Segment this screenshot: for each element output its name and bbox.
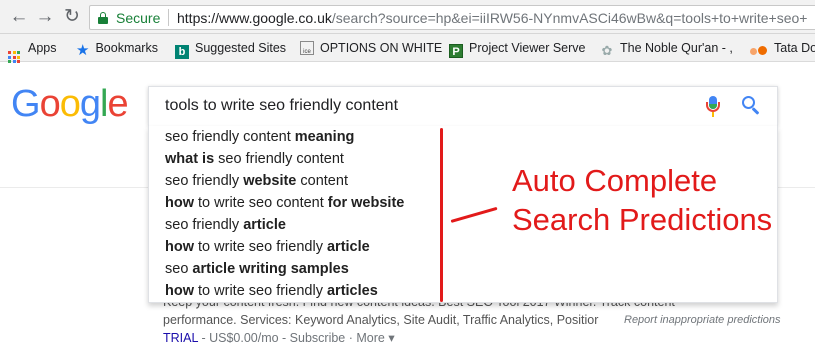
- suggestion-item[interactable]: how to write seo friendly articles: [165, 283, 378, 299]
- url-text[interactable]: https://www.google.co.uk/search?source=h…: [177, 10, 807, 26]
- address-bar: ← → ↻ Secure https://www.google.co.uk/se…: [0, 0, 815, 34]
- suggestion-item[interactable]: seo friendly article: [165, 217, 286, 233]
- suggestion-text: seo friendly content: [214, 151, 344, 167]
- bookmark-noble-quran[interactable]: ✿ The Noble Qur'an - ,: [600, 40, 733, 58]
- bookmark-options-on-white[interactable]: ice OPTIONS ON WHITE: [300, 40, 442, 56]
- logo-letter-g2: g: [79, 83, 101, 125]
- reload-icon[interactable]: ↻: [61, 6, 83, 28]
- forward-arrow-icon[interactable]: →: [34, 6, 56, 28]
- suggestion-text: seo friendly: [165, 217, 244, 233]
- suggestion-bold-text: article: [326, 239, 370, 255]
- bookmark-label: Bookmarks: [95, 41, 158, 55]
- secure-label: Secure: [116, 10, 161, 26]
- annotation-title-line-2: Search Predictions: [512, 202, 773, 237]
- logo-letter-g: G: [11, 83, 41, 125]
- bing-icon: b: [175, 45, 189, 59]
- options-icon: ice: [300, 41, 314, 55]
- suggestion-text: seo: [165, 261, 193, 277]
- bookmark-bookmarks[interactable]: ★ Bookmarks: [76, 40, 158, 59]
- omnibox[interactable]: Secure https://www.google.co.uk/search?s…: [89, 5, 815, 30]
- bookmark-tata[interactable]: Tata Do: [750, 40, 815, 56]
- bookmarks-bar: Apps ★ Bookmarks b Suggested Sites ice OPTI…: [0, 34, 815, 63]
- omnibox-divider: [168, 9, 169, 26]
- suggestion-bold-text: article: [243, 217, 286, 233]
- suggestion-bold-text: how: [165, 195, 194, 211]
- suggestion-bold-text: article writing samples: [192, 261, 349, 277]
- suggestion-text: to write seo friendly: [194, 283, 327, 299]
- search-box[interactable]: tools to write seo friendly content: [148, 86, 778, 126]
- suggestion-text: to write seo friendly: [194, 239, 327, 255]
- search-icon[interactable]: [741, 95, 763, 117]
- url-host: https://www.google.co.uk: [177, 10, 332, 26]
- quran-icon: ✿: [601, 43, 613, 58]
- lock-icon: [98, 12, 108, 24]
- report-predictions-link[interactable]: Report inappropriate predictions: [624, 314, 781, 326]
- suggestion-item[interactable]: how to write seo friendly article: [165, 239, 370, 255]
- suggestion-item[interactable]: seo friendly website content: [165, 173, 348, 189]
- bookmark-label: Tata Do: [774, 41, 815, 55]
- suggestion-bold-text: what is: [165, 151, 215, 167]
- back-arrow-icon[interactable]: ←: [8, 6, 30, 28]
- suggestion-text: content: [296, 173, 348, 189]
- suggestion-bold-text: how: [165, 239, 194, 255]
- result-price: - US$0.00/mo - Subscribe · More ▾: [197, 331, 395, 345]
- bookmark-apps[interactable]: Apps: [8, 40, 57, 63]
- suggestion-bold-text: how: [165, 283, 194, 299]
- suggestion-item[interactable]: how to write seo content for website: [165, 195, 404, 211]
- bookmark-label: The Noble Qur'an - ,: [620, 41, 733, 55]
- suggestion-item[interactable]: seo friendly content meaning: [165, 129, 354, 145]
- result-snippet-line-2: performance. Services: Keyword Analytics…: [163, 313, 599, 327]
- star-icon: ★: [76, 42, 90, 59]
- bookmark-project-viewer[interactable]: P Project Viewer Serve: [449, 40, 586, 58]
- bookmark-label: Project Viewer Serve: [469, 41, 586, 55]
- suggestion-text: seo friendly content: [165, 129, 295, 145]
- bookmark-label: Suggested Sites: [195, 41, 287, 55]
- suggestion-item[interactable]: seo article writing samples: [165, 261, 349, 277]
- apps-grid-icon: [8, 51, 20, 63]
- suggestion-bold-text: website: [243, 173, 297, 189]
- suggestion-text: seo friendly: [165, 173, 244, 189]
- bookmark-label: OPTIONS ON WHITE: [320, 41, 443, 55]
- annotation-bracket-line: [440, 128, 443, 302]
- suggestion-bold-text: for website: [327, 195, 405, 211]
- url-path: /search?source=hp&ei=iiIRW56-NYnmvASCi46…: [331, 10, 808, 26]
- logo-letter-o: o: [39, 83, 61, 125]
- annotation-title-line-1: Auto Complete: [512, 163, 718, 198]
- result-meta: TRIAL - US$0.00/mo - Subscribe · More ▾: [163, 330, 395, 345]
- bookmark-label: Apps: [28, 41, 57, 55]
- suggestion-text: to write seo content: [194, 195, 328, 211]
- trial-link[interactable]: TRIAL: [163, 331, 198, 345]
- tata-icon: [750, 43, 768, 57]
- google-logo[interactable]: Google: [11, 82, 129, 126]
- logo-letter-e: e: [107, 83, 128, 125]
- project-viewer-icon: P: [449, 44, 463, 58]
- suggestion-item[interactable]: what is seo friendly content: [165, 151, 344, 167]
- logo-letter-o2: o: [59, 83, 81, 125]
- suggestion-bold-text: articles: [326, 283, 378, 299]
- suggestion-bold-text: meaning: [294, 129, 355, 145]
- microphone-icon[interactable]: [705, 96, 721, 118]
- bookmark-suggested-sites[interactable]: b Suggested Sites: [175, 40, 287, 59]
- search-input[interactable]: tools to write seo friendly content: [165, 97, 398, 115]
